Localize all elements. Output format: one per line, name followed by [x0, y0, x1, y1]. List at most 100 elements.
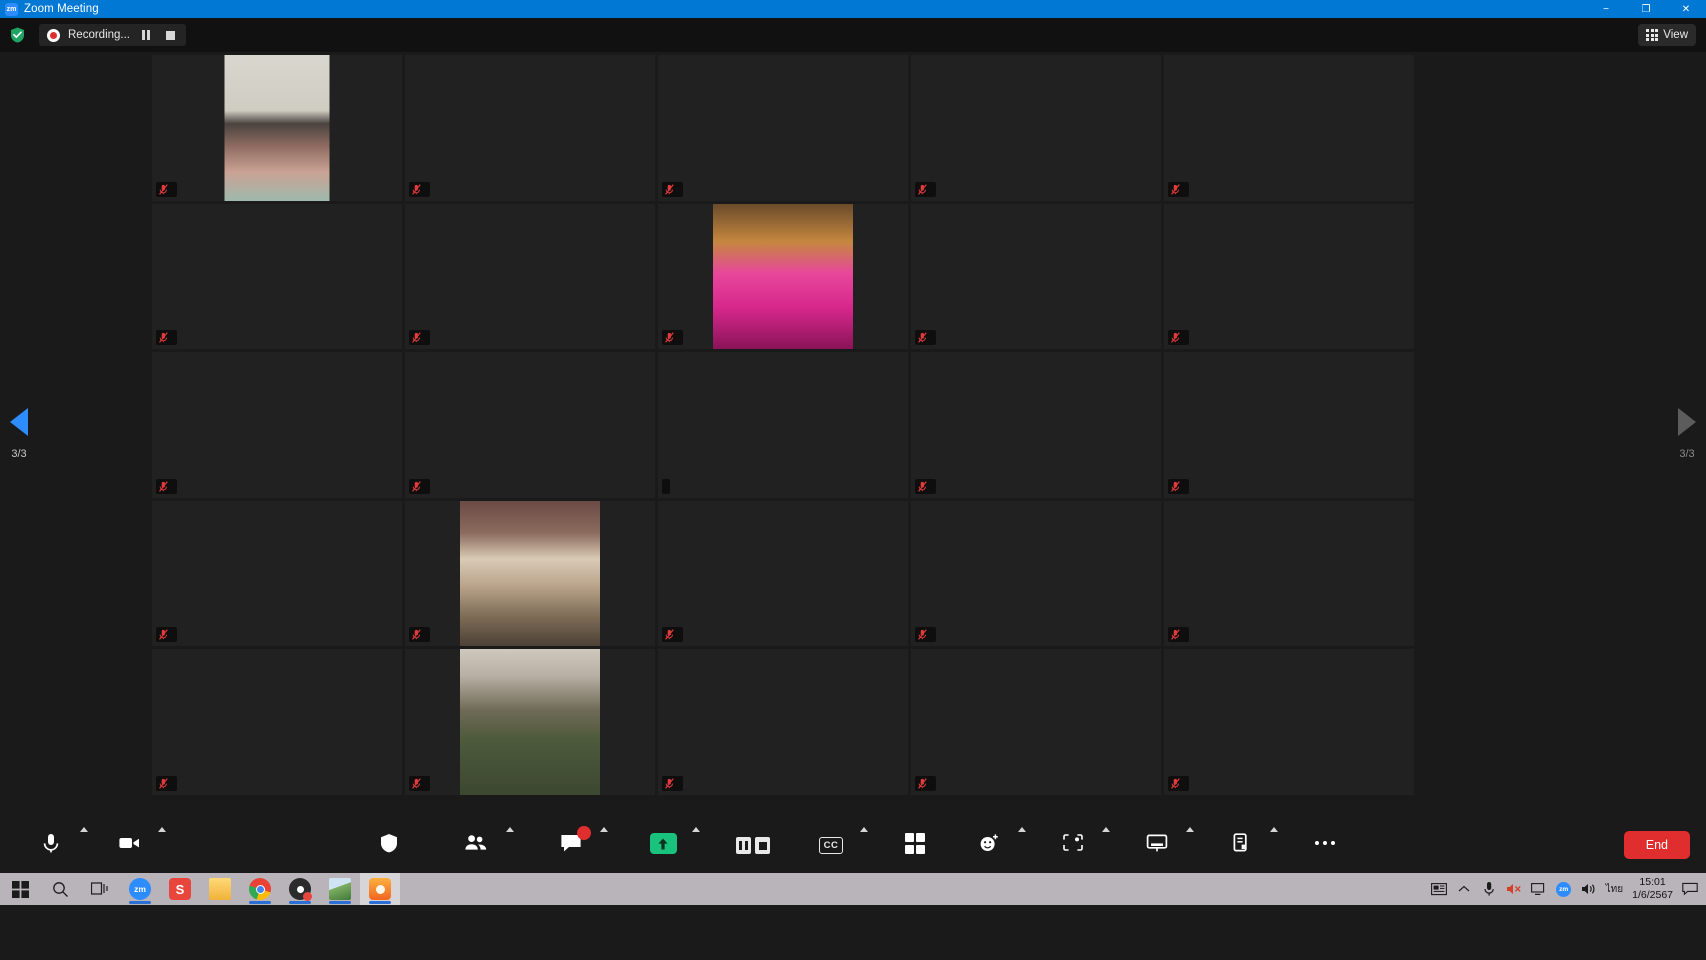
participant-name-badge [1168, 627, 1189, 643]
photos-taskbar-icon[interactable] [320, 873, 360, 905]
whiteboard-icon [1145, 830, 1169, 854]
share-screen-icon [649, 830, 677, 854]
chevron-up-icon[interactable] [692, 826, 700, 832]
notifications-icon[interactable] [1682, 881, 1698, 897]
participant-tile[interactable] [405, 203, 655, 350]
participant-tile[interactable] [1164, 649, 1414, 795]
zoom-taskbar-icon[interactable]: zm [120, 873, 160, 905]
language-indicator[interactable]: ไทย [1606, 882, 1623, 897]
stop-video-button[interactable] [102, 819, 156, 871]
whiteboards-button[interactable] [1130, 819, 1184, 871]
participant-tile[interactable] [1164, 55, 1414, 201]
chevron-up-icon[interactable] [1186, 826, 1194, 832]
muted-mic-icon [918, 332, 927, 343]
participants-button[interactable] [450, 819, 504, 871]
participant-tile[interactable] [911, 649, 1161, 795]
participant-tile[interactable] [1164, 203, 1414, 350]
participant-tile[interactable] [152, 500, 402, 647]
windows-start-icon[interactable] [0, 873, 40, 905]
search-icon[interactable] [40, 873, 80, 905]
chevron-up-icon[interactable] [506, 826, 514, 832]
participant-tile[interactable] [658, 649, 908, 795]
muted-mic-icon [412, 481, 421, 492]
participant-tile[interactable] [911, 352, 1161, 498]
participant-tile[interactable] [405, 55, 655, 201]
share-screen-button[interactable] [636, 819, 690, 871]
news-weather-icon[interactable] [1430, 881, 1447, 897]
participant-tile[interactable] [152, 203, 402, 350]
clock[interactable]: 15:01 1/6/2567 [1632, 876, 1673, 902]
encryption-shield-icon[interactable] [9, 27, 25, 44]
participant-tile[interactable] [405, 500, 655, 647]
recording-label: Recording... [68, 29, 131, 41]
participant-tile[interactable] [1164, 352, 1414, 498]
speaker-muted-icon[interactable] [1506, 881, 1522, 897]
previous-page-control[interactable]: 3/3 [10, 407, 28, 460]
chevron-up-icon[interactable] [860, 826, 868, 832]
show-hidden-icons-icon[interactable] [1456, 881, 1472, 897]
stop-recording-button[interactable] [162, 27, 178, 43]
participant-tile[interactable] [911, 203, 1161, 350]
chevron-up-icon[interactable] [158, 826, 166, 832]
notes-icon [1233, 833, 1247, 852]
chevron-left-icon[interactable] [10, 407, 28, 436]
task-view-icon[interactable] [80, 873, 120, 905]
running-indicator [129, 901, 151, 904]
muted-mic-icon [159, 183, 168, 195]
muted-mic-icon [412, 183, 421, 195]
file-explorer-taskbar-icon[interactable] [200, 873, 240, 905]
chevron-right-icon[interactable] [1678, 407, 1696, 436]
notes-button[interactable] [1214, 819, 1268, 871]
minimize-button[interactable]: − [1586, 0, 1626, 18]
participant-tile[interactable] [152, 649, 402, 795]
chrome-taskbar-icon[interactable] [240, 873, 280, 905]
muted-mic-icon [665, 183, 674, 195]
muted-mic-icon [159, 629, 168, 641]
end-meeting-button[interactable]: End [1623, 830, 1690, 859]
participant-tile[interactable] [1164, 500, 1414, 647]
show-captions-button[interactable]: CC [804, 819, 858, 871]
view-button[interactable]: View [1638, 24, 1696, 46]
chevron-up-icon[interactable] [1270, 826, 1278, 832]
reactions-icon [977, 830, 1001, 854]
security-button[interactable] [362, 819, 416, 871]
participant-tile[interactable] [911, 55, 1161, 201]
network-icon[interactable] [1530, 881, 1547, 897]
snipaste-taskbar-icon[interactable]: S [160, 873, 200, 905]
pause-recording-button[interactable] [138, 27, 154, 43]
participant-tile[interactable] [911, 500, 1161, 647]
participant-tile[interactable] [405, 649, 655, 795]
pause-stop-recording-button[interactable] [726, 819, 780, 871]
chevron-up-icon[interactable] [600, 826, 608, 832]
more-button[interactable] [1298, 819, 1352, 871]
chevron-up-icon[interactable] [1102, 826, 1110, 832]
participant-name-badge [915, 478, 936, 494]
microphone-tray-icon[interactable] [1481, 881, 1497, 897]
screen-recorder-taskbar-icon[interactable] [360, 873, 400, 905]
participant-tile[interactable] [152, 55, 402, 201]
maximize-button[interactable]: ❐ [1626, 0, 1666, 18]
participant-tile[interactable] [405, 352, 655, 498]
running-indicator [249, 901, 271, 904]
mute-button[interactable] [24, 819, 78, 871]
volume-icon[interactable] [1581, 881, 1597, 897]
media-player-taskbar-icon[interactable] [280, 873, 320, 905]
zoom-tray-icon[interactable]: zm [1556, 881, 1572, 897]
reactions-button[interactable] [962, 819, 1016, 871]
participant-tile[interactable] [658, 352, 908, 498]
muted-mic-icon [1171, 778, 1180, 789]
apps-button[interactable] [1046, 819, 1100, 871]
muted-mic-icon [412, 629, 421, 641]
participant-tile[interactable] [152, 352, 402, 498]
shield-icon [377, 830, 401, 854]
chevron-up-icon[interactable] [1018, 826, 1026, 832]
participant-tile[interactable] [658, 55, 908, 201]
breakout-rooms-button[interactable] [888, 819, 942, 871]
participant-tile[interactable] [658, 500, 908, 647]
next-page-control[interactable]: 3/3 [1678, 407, 1696, 460]
participant-tile[interactable] [658, 203, 908, 350]
window-title-bar: zm Zoom Meeting − ❐ ✕ [0, 0, 1706, 18]
chevron-up-icon[interactable] [80, 826, 88, 832]
chat-button[interactable] [544, 819, 598, 871]
close-button[interactable]: ✕ [1666, 0, 1706, 18]
